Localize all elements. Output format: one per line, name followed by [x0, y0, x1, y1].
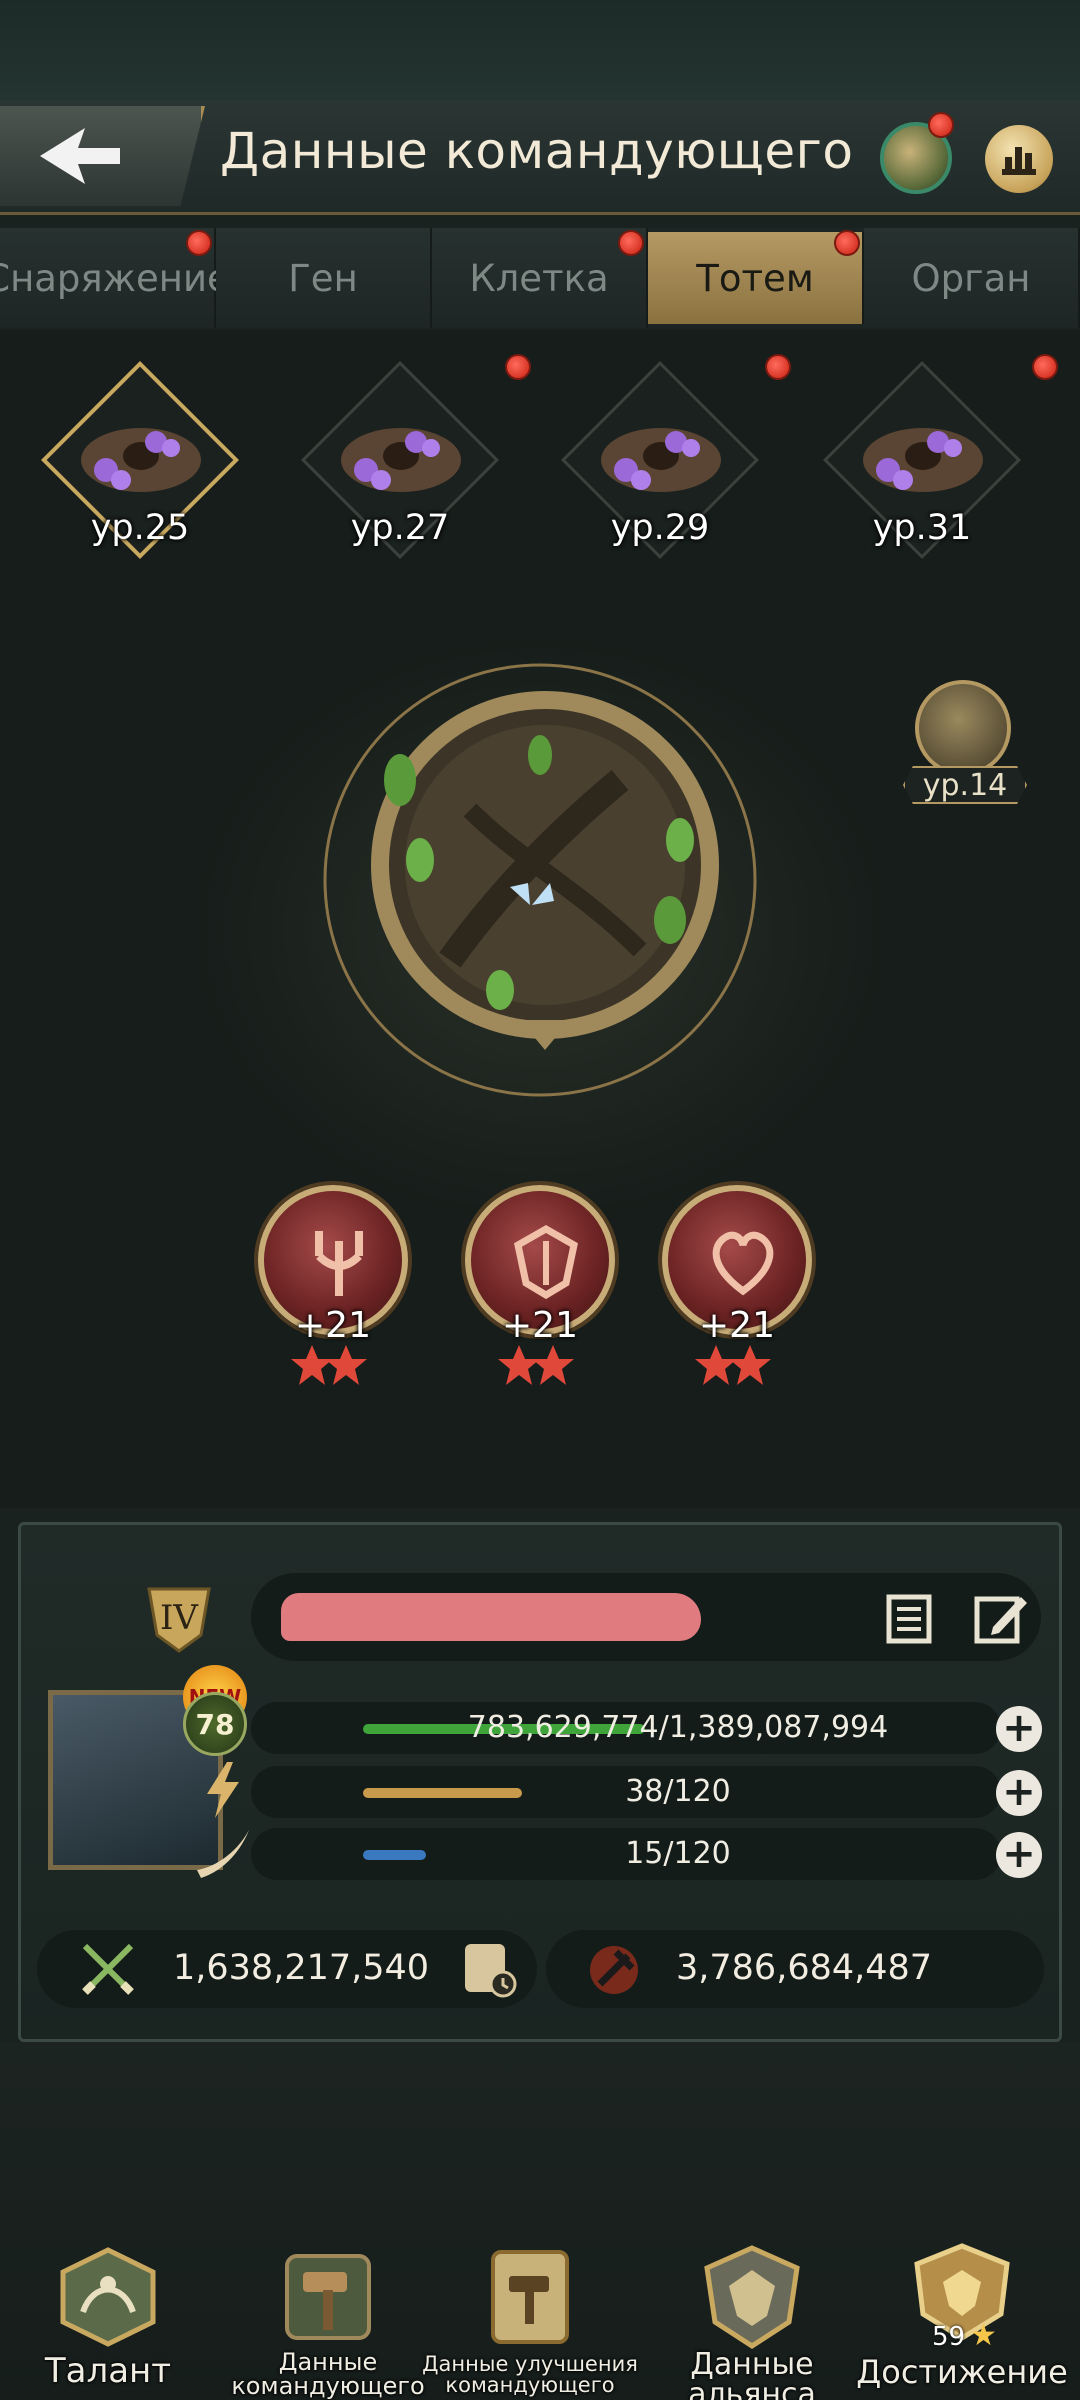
hammer-icon	[285, 2254, 371, 2340]
bar-chart-icon	[1002, 147, 1036, 175]
totem-emblem[interactable]	[300, 660, 780, 1100]
totem-nest-icon	[601, 428, 721, 492]
header: Данные командующего	[0, 100, 1080, 215]
power-value: 1,638,217,540	[173, 1948, 430, 1988]
stat-value: 38/120	[625, 1774, 731, 1809]
horn-bar: 15/120 +	[197, 1828, 1042, 1880]
svg-text:IV: IV	[160, 1598, 199, 1638]
slot-level: ур.25	[90, 508, 190, 548]
notification-dot	[505, 354, 531, 380]
redacted-name	[281, 1593, 701, 1641]
tab-bar: Снаряжение Ген Клетка Тотем Орган	[0, 228, 1080, 328]
rune-bonus: +21	[699, 1305, 775, 1346]
alliance-shield-icon	[704, 2245, 800, 2349]
energy-bar: 38/120 +	[207, 1762, 1042, 1818]
bottom-nav: Талант Данные командующего Данные улучше…	[0, 2042, 1080, 2400]
nav-label: Достижение	[856, 2353, 1068, 2391]
nav-upgrade-data[interactable]: Данные улучшения командующего	[422, 2242, 638, 2400]
back-button[interactable]	[0, 106, 205, 206]
trident-icon	[915, 680, 1011, 776]
tab-cell[interactable]: Клетка	[432, 228, 648, 328]
kills-value: 3,786,684,487	[676, 1948, 933, 1988]
heart-glyph-icon	[712, 1231, 774, 1296]
page-title: Данные командующего	[220, 122, 854, 180]
rune-bonus: +21	[295, 1305, 371, 1346]
rune-slot[interactable]: +21	[652, 1185, 812, 1385]
totem-slot[interactable]: ур.29	[560, 354, 791, 560]
notification-dot	[1032, 354, 1058, 380]
crossed-swords-icon	[82, 1943, 134, 1995]
kills-stat: 3,786,684,487	[546, 1930, 1044, 2008]
totem-shop-icon[interactable]	[880, 112, 954, 194]
star-rating-icon	[498, 1345, 574, 1385]
totem-slot[interactable]: ур.31	[822, 354, 1058, 560]
tab-label: Орган	[911, 256, 1031, 300]
totem-skill-badge[interactable]: ур.14	[895, 680, 1035, 810]
nav-label: Данные альянса	[688, 2347, 816, 2400]
lightning-icon	[207, 1762, 239, 1818]
totem-slot[interactable]: ур.25	[40, 360, 240, 560]
edit-icon[interactable]	[971, 1589, 1029, 1647]
trident-glyph-icon	[315, 1231, 363, 1296]
star-rating-icon	[695, 1345, 771, 1385]
tab-label: Снаряжение	[0, 256, 230, 300]
achievement-count: 59	[932, 2322, 966, 2352]
totem-nest-icon	[863, 428, 983, 492]
scroll-history-icon[interactable]	[457, 1938, 519, 2000]
tab-gene[interactable]: Ген	[216, 228, 432, 328]
tab-label: Тотем	[696, 256, 814, 300]
notification-dot	[928, 112, 954, 138]
slot-level: ур.31	[872, 508, 972, 548]
star-rating-icon	[291, 1345, 367, 1385]
document-icon[interactable]	[881, 1591, 937, 1647]
notification-dot	[765, 354, 791, 380]
rune-slot[interactable]: +21	[248, 1185, 408, 1385]
experience-bar: 78 783,629,774/1,389,087,994 +	[183, 1692, 1042, 1756]
rank-badge-icon: IV	[147, 1587, 211, 1653]
kill-icon	[590, 1946, 638, 1994]
notification-dot	[186, 230, 212, 256]
shield-glyph-icon	[514, 1224, 578, 1300]
nav-label: Талант	[44, 2351, 172, 2391]
talent-icon	[60, 2247, 156, 2347]
totem-area: ур.25 ур.27 ур.29 ур.31 ур.14 +21 +21 +2…	[0, 330, 1080, 1508]
stat-value: 783,629,774/1,389,087,994	[467, 1710, 889, 1745]
tab-organ[interactable]: Орган	[864, 228, 1080, 328]
ranking-icon[interactable]	[985, 125, 1053, 193]
nav-alliance-data[interactable]: Данные альянса	[652, 2242, 852, 2400]
slot-level: ур.27	[350, 508, 450, 548]
tab-totem[interactable]: Тотем	[648, 230, 864, 324]
add-horn-button[interactable]: +	[996, 1832, 1042, 1878]
tab-label: Ген	[288, 256, 358, 300]
notification-dot	[834, 230, 860, 256]
add-exp-button[interactable]: +	[996, 1706, 1042, 1752]
scroll-hammer-icon	[491, 2250, 569, 2344]
slot-level: ур.29	[610, 508, 710, 548]
totem-nest-icon	[81, 428, 201, 492]
commander-level: 78	[183, 1692, 247, 1756]
back-arrow-icon	[40, 128, 120, 184]
tab-label: Клетка	[469, 256, 609, 300]
nav-talent[interactable]: Талант	[8, 2242, 208, 2400]
nav-label: Данные улучшения командующего	[422, 2352, 638, 2397]
stat-value: 15/120	[625, 1836, 731, 1871]
add-energy-button[interactable]: +	[996, 1770, 1042, 1816]
totem-nest-icon	[341, 428, 461, 492]
tab-equipment[interactable]: Снаряжение	[0, 228, 230, 328]
rune-slot[interactable]: +21	[455, 1185, 615, 1385]
totem-slot[interactable]: ур.27	[300, 354, 531, 560]
commander-info-panel: IV NEW 78 783,629,774/1,389,087,994 + 38…	[18, 1522, 1062, 2042]
horn-icon	[197, 1830, 249, 1878]
nav-commander-data[interactable]: Данные командующего	[228, 2242, 428, 2400]
notification-dot	[618, 230, 644, 256]
commander-name-field	[251, 1573, 1041, 1661]
power-stat: 1,638,217,540	[37, 1930, 537, 2008]
skill-level: ур.14	[903, 766, 1027, 804]
rune-bonus: +21	[502, 1305, 578, 1346]
top-decoration	[0, 0, 1080, 100]
star-icon: ★	[970, 2318, 997, 2353]
nav-achievement[interactable]: 59 ★ Достижение	[856, 2242, 1068, 2400]
